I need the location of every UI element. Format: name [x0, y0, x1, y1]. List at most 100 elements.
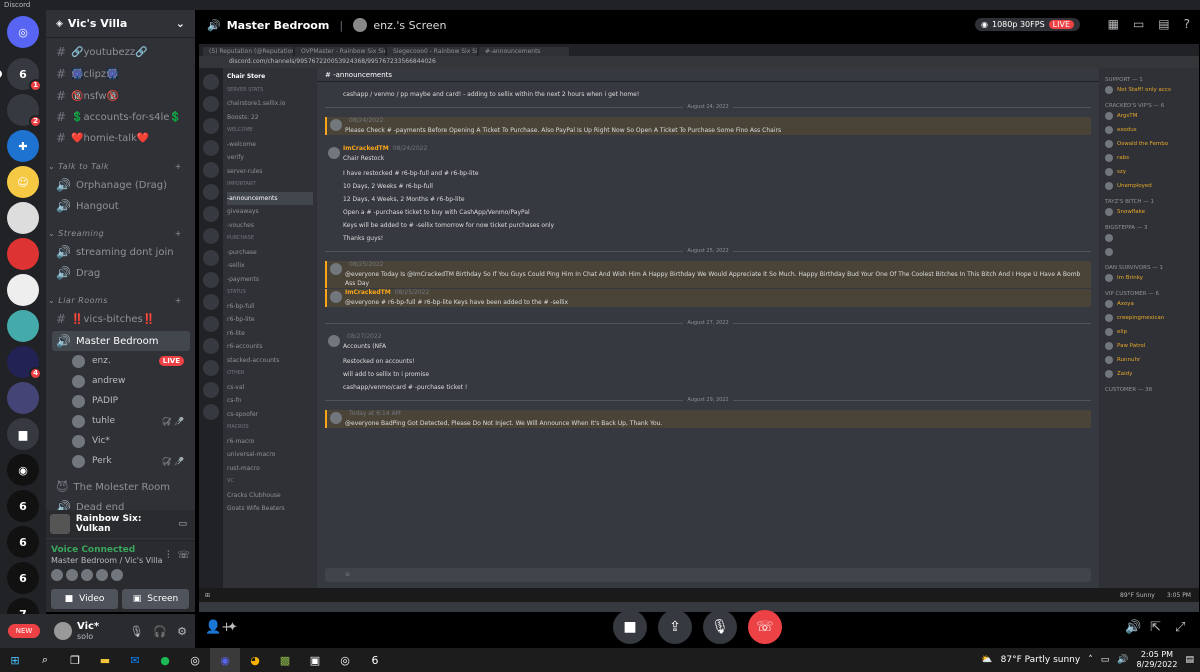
server-icon[interactable]: ◉	[7, 454, 39, 486]
add-channel-icon[interactable]: +	[175, 229, 182, 238]
screen-share-icon[interactable]: ▭	[178, 519, 187, 529]
task-view-icon[interactable]: ❐	[60, 648, 90, 672]
voice-user[interactable]: Perk 🎧̸ 🎤̸	[72, 452, 190, 470]
add-channel-icon[interactable]: +	[175, 162, 182, 171]
server-icon[interactable]	[7, 274, 39, 306]
member: rabs	[1105, 151, 1193, 165]
headphones-icon[interactable]: 🎧	[153, 625, 167, 638]
windows-icon: ⊞	[205, 591, 211, 599]
app-icon[interactable]: ◎	[330, 648, 360, 672]
video-button[interactable]: ■ Video	[51, 589, 118, 609]
server-icon[interactable]	[7, 310, 39, 342]
avatar	[328, 147, 340, 159]
disconnect-icon[interactable]: ☏	[177, 550, 190, 561]
help-icon[interactable]: ?	[1184, 17, 1190, 31]
voice-user[interactable]: PADIP	[72, 392, 190, 410]
message-body: Keys will be added to # -sellix tomorrow…	[343, 222, 555, 229]
server-icon[interactable]: 6	[7, 526, 39, 558]
grid-icon[interactable]: ▦	[1108, 17, 1119, 31]
chrome-icon[interactable]: ◕	[240, 648, 270, 672]
app-icon[interactable]: ▣	[300, 648, 330, 672]
avatar[interactable]	[54, 622, 72, 640]
file-explorer-icon[interactable]: ▬	[90, 648, 120, 672]
category-streaming[interactable]: ⌄ Streaming +	[48, 229, 188, 238]
volume-icon[interactable]: 🔊	[1117, 655, 1128, 665]
chat-message: Today at 6:14 AM @everyone BadPing Got De…	[325, 410, 1091, 428]
shared-screen[interactable]: (5) Reputation (@ReputationV... OVPMaste…	[199, 44, 1199, 612]
server-icon[interactable]: ✚	[7, 130, 39, 162]
channel-nsfw[interactable]: # 🔞nsfw🔞	[52, 86, 190, 106]
inner-chat: # -announcements ⊕ cashapp / venmo / pp …	[317, 68, 1099, 588]
channel-youtubezz[interactable]: # 🔗youtubezz🔗	[52, 42, 190, 62]
obs-icon[interactable]: ◎	[180, 648, 210, 672]
voice-channel-molester-room[interactable]: 😈 The Molester Room	[52, 477, 190, 497]
channel-clipz[interactable]: # 🎆clipz🎆	[52, 64, 190, 84]
mention-badge: 1	[29, 79, 42, 92]
popout-icon[interactable]: ▭	[1133, 17, 1144, 31]
spotify-icon[interactable]: ●	[150, 648, 180, 672]
server-icon[interactable]: 6	[7, 490, 39, 522]
microphone-icon[interactable]: 🎙	[129, 625, 143, 638]
inner-message-input: ⊕	[325, 568, 1091, 582]
network-icon[interactable]: ▭	[1101, 655, 1110, 665]
server-icon[interactable]	[7, 382, 39, 414]
chevron-up-icon[interactable]: ˄	[1088, 655, 1093, 665]
search-icon[interactable]: ⌕	[30, 648, 60, 672]
activity-icon[interactable]: ✦	[227, 620, 238, 635]
inner-channel: r6-lite	[227, 329, 245, 337]
server-icon[interactable]: ☺	[7, 166, 39, 198]
voice-user[interactable]: andrew	[72, 372, 190, 390]
microphone-button[interactable]: 🎙	[703, 610, 737, 644]
server-list[interactable]: ◎ 61 2 ✚ ☺ 4 ▆ ◉ 6 6 6 7	[0, 10, 46, 648]
server-icon[interactable]: 6	[7, 562, 39, 594]
member: Zaidy	[1105, 367, 1193, 381]
server-icon[interactable]	[7, 238, 39, 270]
notification-icon[interactable]: ▤	[1185, 655, 1194, 665]
server-icon[interactable]: 61	[0, 58, 42, 92]
voice-user[interactable]: enz. LIVE	[72, 352, 190, 370]
discord-home-icon[interactable]: ◎	[7, 16, 39, 48]
folder-icon[interactable]: ▆	[7, 418, 39, 450]
mail-icon[interactable]: ✉	[120, 648, 150, 672]
server-icon[interactable]: 4	[7, 346, 42, 380]
activity-panel[interactable]: Rainbow Six: Vulkan ▭	[46, 510, 195, 538]
chevron-down-icon[interactable]: ⌄	[176, 17, 185, 30]
category-talk[interactable]: ⌄ Talk to Talk +	[48, 162, 188, 171]
message-body: cashapp/venmo/card # -purchase ticket !	[343, 384, 468, 391]
gear-icon[interactable]: ⚙	[177, 625, 187, 638]
screen-share-button[interactable]: ⇪	[658, 610, 692, 644]
taskbar-clock[interactable]: 2:05 PM 8/29/2022	[1136, 650, 1177, 670]
disconnect-icon: ☏	[756, 619, 774, 635]
fullscreen-icon[interactable]: ⤢	[1175, 620, 1185, 635]
server-header[interactable]: ◈ Vic's Villa ⌄	[46, 10, 195, 38]
voice-channel-streaming[interactable]: 🔊 streaming dont join	[52, 242, 190, 262]
channel-homie-talk[interactable]: # ❤️homie-talk❤️	[52, 128, 190, 148]
voice-channel-hangout[interactable]: 🔊 Hangout	[52, 196, 190, 216]
rainbow-six-icon[interactable]: 6	[360, 648, 390, 672]
volume-icon[interactable]: 🔊	[1125, 620, 1141, 635]
add-channel-icon[interactable]: +	[175, 296, 182, 305]
voice-channel-orphanage[interactable]: 🔊 Orphanage (Drag)	[52, 175, 190, 195]
category-liar-rooms[interactable]: ⌄ Liar Rooms +	[48, 296, 188, 305]
voice-channel-master-bedroom[interactable]: 🔊 Master Bedroom	[52, 331, 190, 351]
server-icon[interactable]	[7, 202, 39, 234]
start-icon[interactable]: ⊞	[0, 648, 30, 672]
voice-location[interactable]: Master Bedroom / Vic's Villa	[51, 556, 163, 565]
server-icon[interactable]: 2	[7, 94, 42, 128]
screen-button[interactable]: ▣ Screen	[122, 589, 189, 609]
voice-channel-drag[interactable]: 🔊 Drag	[52, 263, 190, 283]
avatar	[1105, 314, 1113, 322]
camera-button[interactable]: ■	[613, 610, 647, 644]
minecraft-icon[interactable]: ▩	[270, 648, 300, 672]
voice-user[interactable]: Vic*	[72, 432, 190, 450]
inner-channel: r6-accounts	[227, 343, 263, 350]
discord-taskbar-icon[interactable]: ◉	[210, 648, 240, 672]
noise-suppression-icon[interactable]: ⫶	[167, 550, 170, 561]
channel-accounts[interactable]: # 💲accounts-for-s4le💲	[52, 107, 190, 127]
popout-icon[interactable]: ⇱	[1150, 620, 1161, 635]
channel-vics-bitches[interactable]: # ‼️vics-bitches‼️	[52, 309, 190, 329]
inbox-icon[interactable]: ▤	[1158, 17, 1169, 31]
taskbar-weather[interactable]: 87°F Partly sunny	[1001, 655, 1081, 665]
disconnect-button[interactable]: ☏	[748, 610, 782, 644]
voice-user[interactable]: tuhle 🎧̸ 🎤̸	[72, 412, 190, 430]
